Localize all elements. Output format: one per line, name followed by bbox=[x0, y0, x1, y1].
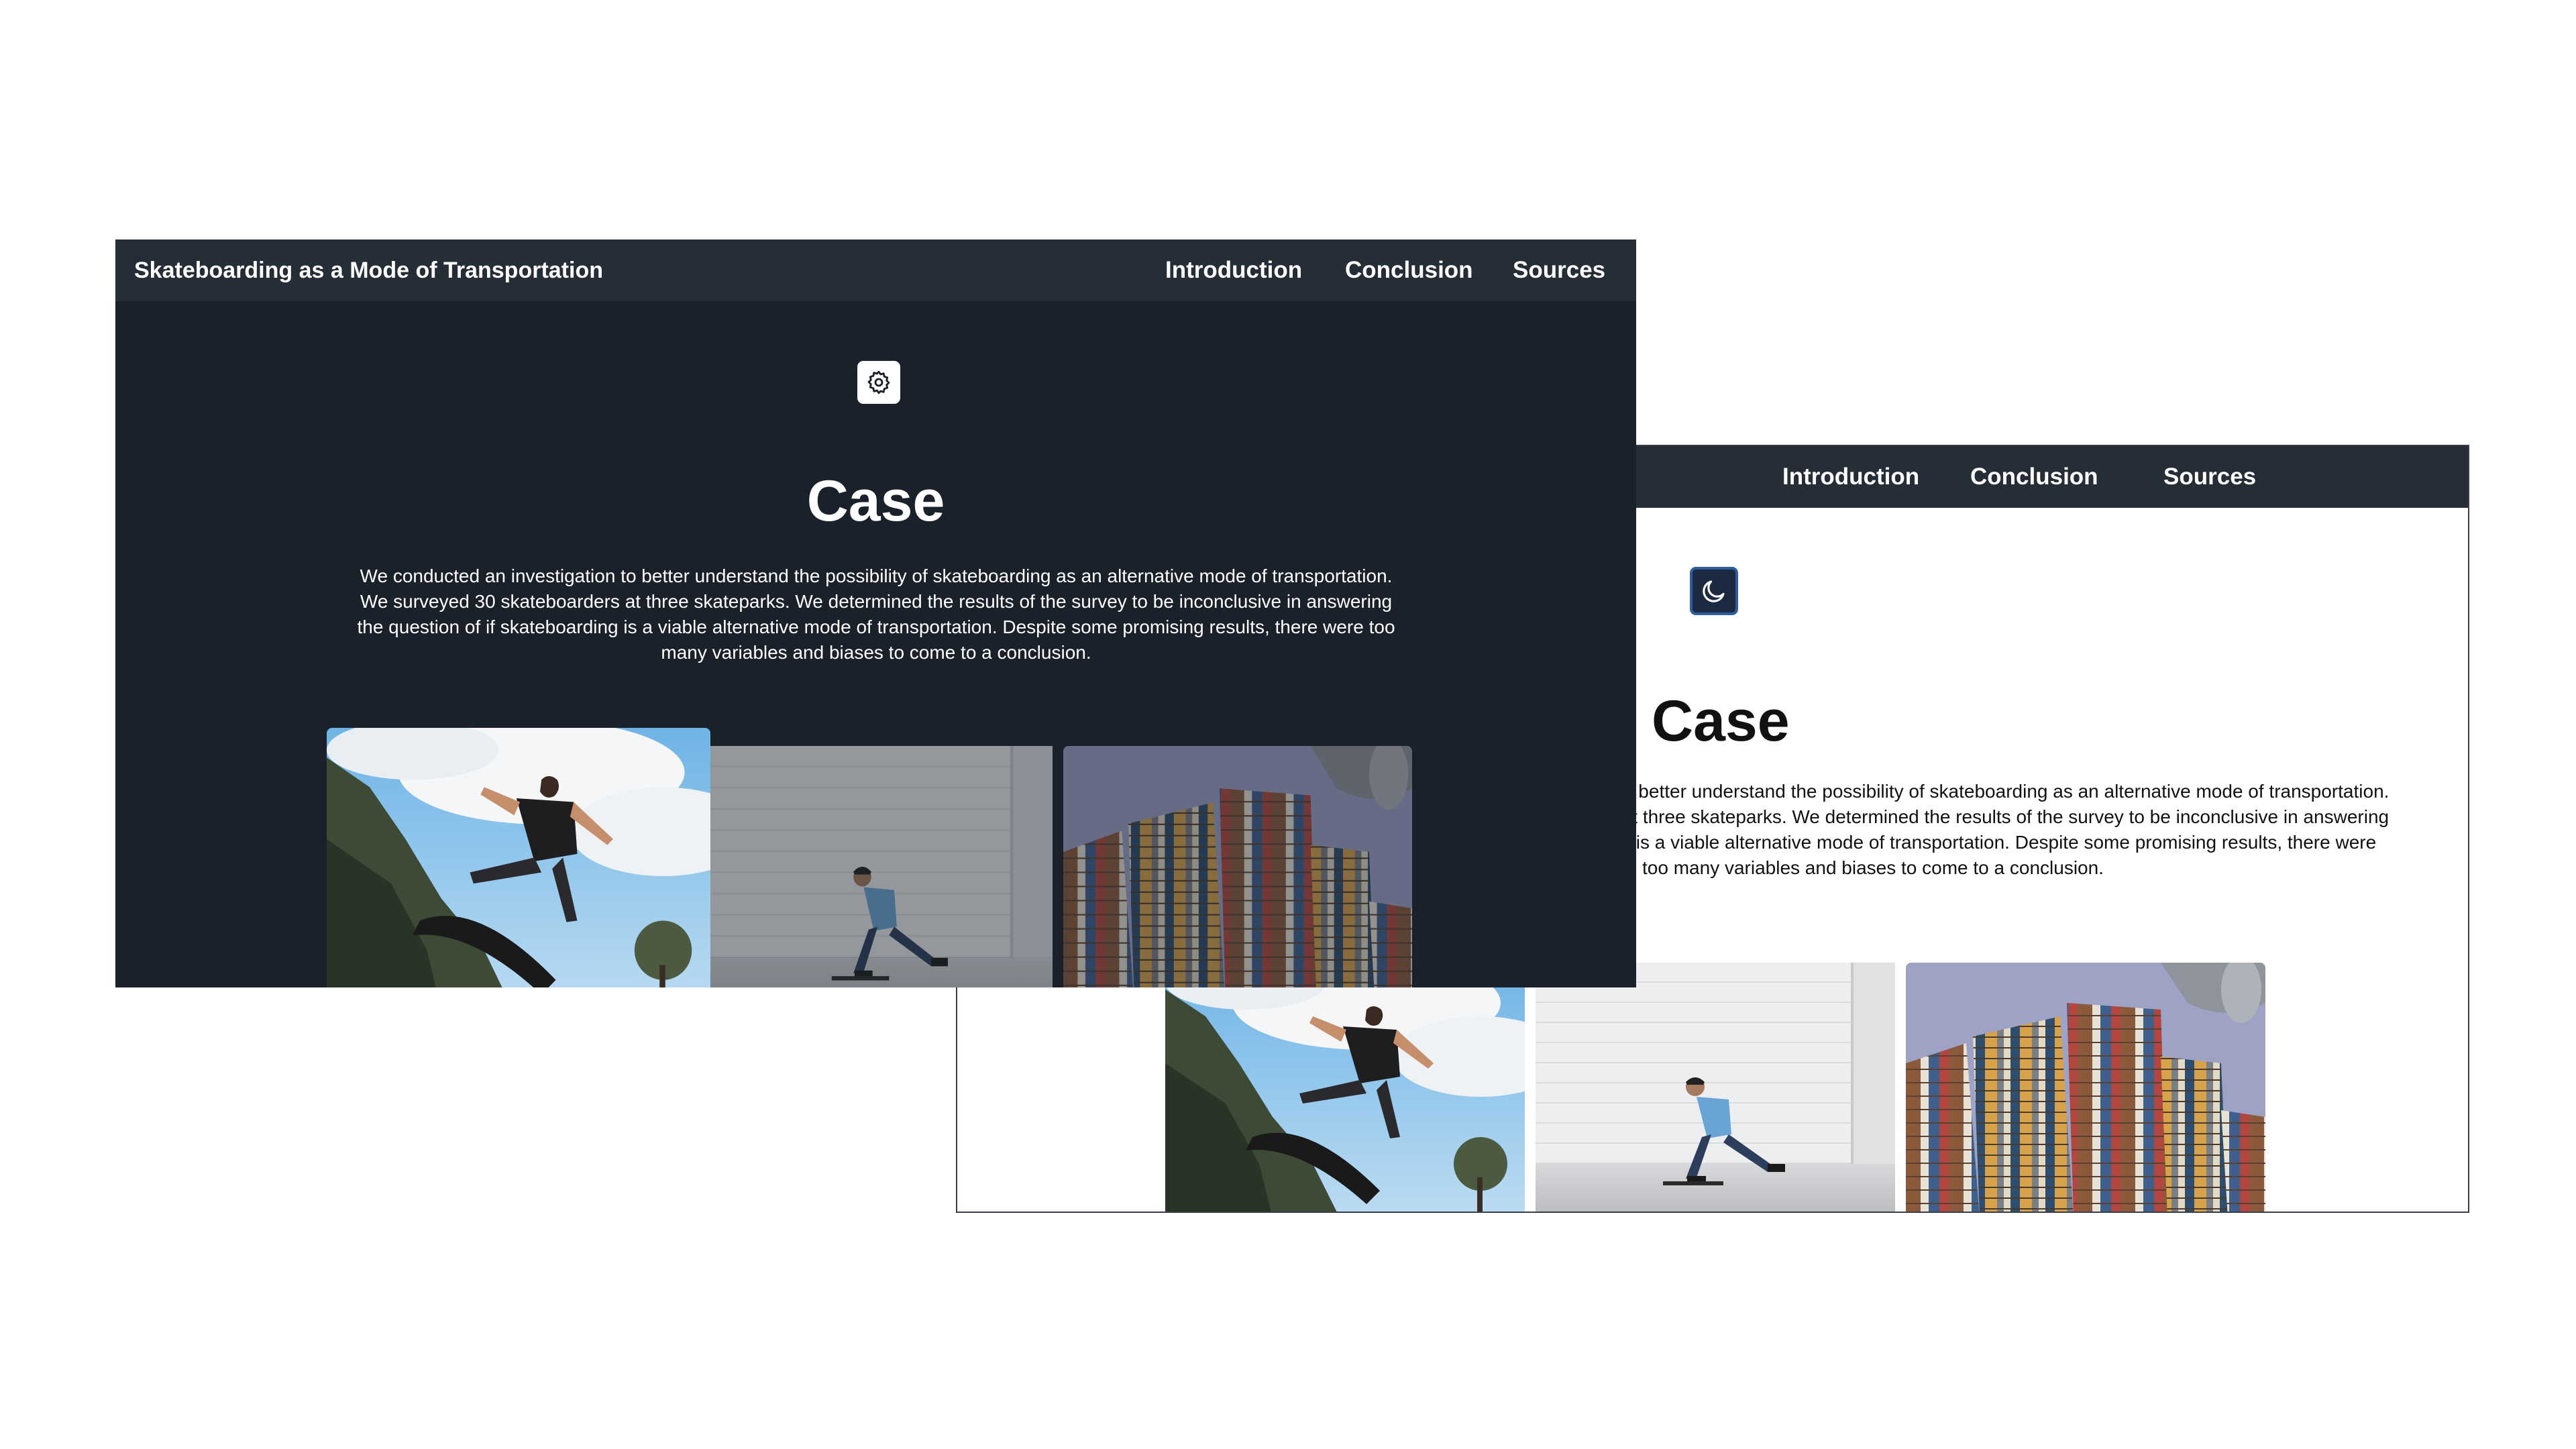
dark-mode-toggle-button[interactable] bbox=[1690, 567, 1738, 615]
site-title[interactable]: Skateboarding as a Mode of Transportatio… bbox=[134, 239, 603, 301]
nav-conclusion-link[interactable]: Conclusion bbox=[1345, 239, 1473, 301]
nav-introduction-link[interactable]: Introduction bbox=[1782, 446, 1919, 508]
navbar: Skateboarding as a Mode of Transportatio… bbox=[115, 239, 1636, 301]
skateboard-jump-photo bbox=[1165, 963, 1525, 1212]
nav-sources-link[interactable]: Sources bbox=[1513, 239, 1605, 301]
skater-pushing-photo bbox=[1536, 963, 1895, 1212]
nav-sources-link[interactable]: Sources bbox=[2163, 446, 2256, 508]
case-paragraph: We conducted an investigation to better … bbox=[357, 566, 1395, 663]
nav-conclusion-link[interactable]: Conclusion bbox=[1970, 446, 2098, 508]
page-heading: Case bbox=[1652, 689, 1790, 753]
light-mode-toggle-button[interactable] bbox=[857, 361, 900, 404]
skater-pushing-photo bbox=[710, 746, 1053, 987]
stacked-books-photo bbox=[1906, 963, 2265, 1212]
stacked-books-photo bbox=[1063, 746, 1412, 987]
nav-introduction-link[interactable]: Introduction bbox=[1165, 239, 1302, 301]
page-heading: Case bbox=[806, 469, 945, 533]
moon-icon bbox=[1703, 580, 1725, 602]
dark-mode-window: Skateboarding as a Mode of Transportatio… bbox=[115, 239, 1636, 987]
gear-icon bbox=[867, 370, 890, 394]
skateboard-jump-photo bbox=[327, 728, 710, 987]
